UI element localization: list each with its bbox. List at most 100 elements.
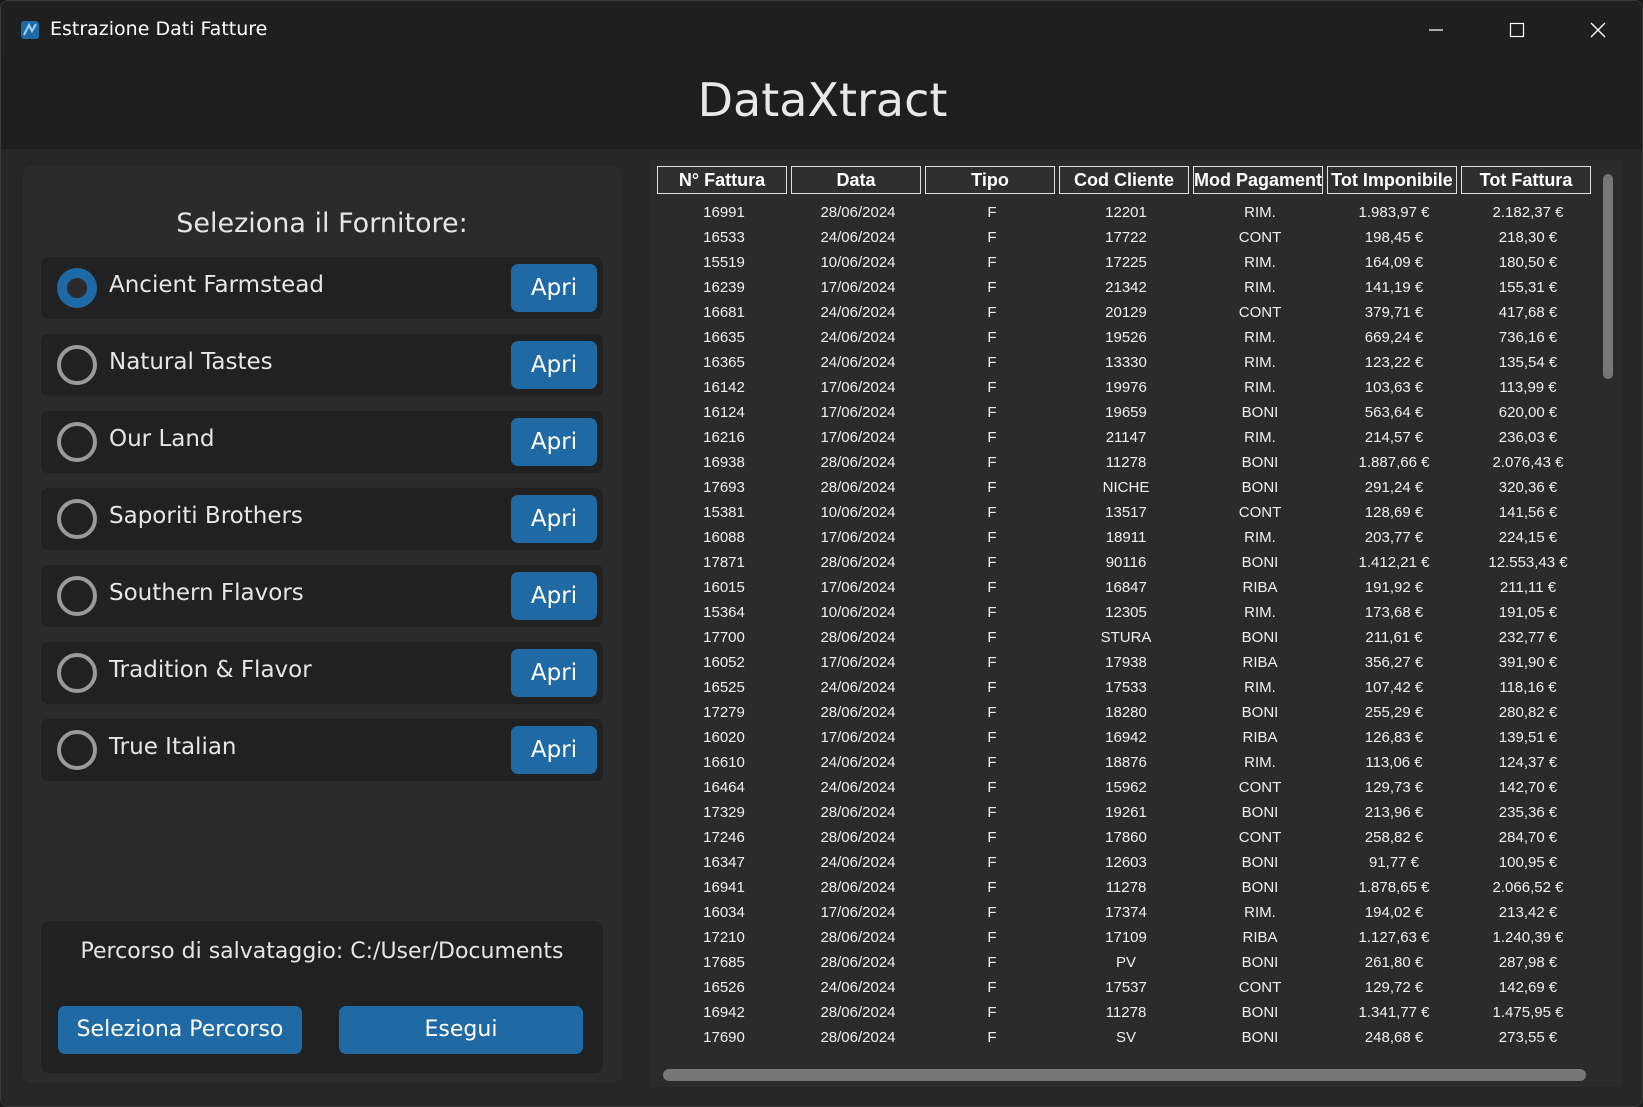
- supplier-label[interactable]: Our Land: [109, 426, 215, 452]
- table-cell: 16533: [703, 229, 745, 246]
- table-row[interactable]: 17693 28/06/2024 F NICHE BONI 291,24 € 320,36 …: [657, 475, 1591, 500]
- table-cell: 563,64 €: [1364, 404, 1424, 421]
- table-row[interactable]: 16142 17/06/2024 F 19976 RIM. 103,63 € 113,99 …: [657, 375, 1591, 400]
- supplier-label[interactable]: Tradition & Flavor: [109, 657, 312, 683]
- table-row[interactable]: 16942 28/06/2024 F 11278 BONI 1.341,77 € 1.475…: [657, 1000, 1591, 1025]
- table-body[interactable]: 16991 28/06/2024 F 12201 RIM. 1.983,97 € 2.182…: [657, 200, 1591, 1062]
- supplier-label[interactable]: Saporiti Brothers: [109, 503, 303, 529]
- open-button[interactable]: Apri: [511, 572, 597, 620]
- table-cell: 10/06/2024: [820, 604, 896, 621]
- table-cell: BONI: [1241, 804, 1279, 821]
- open-button[interactable]: Apri: [511, 341, 597, 389]
- supplier-row-ancient-farmstead[interactable]: Ancient Farmstead Apri: [41, 257, 603, 319]
- supplier-label[interactable]: Southern Flavors: [109, 580, 304, 606]
- horizontal-scrollbar-thumb[interactable]: [663, 1069, 1586, 1081]
- table-row[interactable]: 17700 28/06/2024 F STURA BONI 211,61 € 232,77 …: [657, 625, 1591, 650]
- table-row[interactable]: 16533 24/06/2024 F 17722 CONT 198,45 € 218,30 …: [657, 225, 1591, 250]
- table-cell: 1.341,77 €: [1358, 1004, 1430, 1021]
- table-row[interactable]: 16525 24/06/2024 F 17533 RIM. 107,42 € 118,16 …: [657, 675, 1591, 700]
- open-button[interactable]: Apri: [511, 726, 597, 774]
- table-cell: F: [987, 404, 997, 421]
- table-row[interactable]: 16635 24/06/2024 F 19526 RIM. 669,24 € 736,16 …: [657, 325, 1591, 350]
- table-cell: 164,09 €: [1364, 254, 1424, 271]
- table-cell: F: [987, 804, 997, 821]
- table-cell: CONT: [1238, 304, 1282, 321]
- minimize-button[interactable]: [1396, 1, 1476, 59]
- table-row[interactable]: 16464 24/06/2024 F 15962 CONT 129,73 € 142,70 …: [657, 775, 1591, 800]
- table-row[interactable]: 16938 28/06/2024 F 11278 BONI 1.887,66 € 2.076…: [657, 450, 1591, 475]
- table-cell: F: [987, 879, 997, 896]
- radio-button[interactable]: [57, 576, 97, 616]
- column-header[interactable]: Tot Fattura: [1461, 166, 1591, 194]
- table-row[interactable]: 16681 24/06/2024 F 20129 CONT 379,71 € 417,68 …: [657, 300, 1591, 325]
- table-cell: 417,68 €: [1498, 304, 1558, 321]
- radio-button[interactable]: [57, 345, 97, 385]
- table-row[interactable]: 17279 28/06/2024 F 18280 BONI 255,29 € 280,82 …: [657, 700, 1591, 725]
- supplier-row-natural-tastes[interactable]: Natural Tastes Apri: [41, 334, 603, 396]
- open-button[interactable]: Apri: [511, 495, 597, 543]
- open-button[interactable]: Apri: [511, 264, 597, 312]
- table-cell: 191,05 €: [1498, 604, 1558, 621]
- table-row[interactable]: 15519 10/06/2024 F 17225 RIM. 164,09 € 180,50 …: [657, 250, 1591, 275]
- table-row[interactable]: 16034 17/06/2024 F 17374 RIM. 194,02 € 213,42 …: [657, 900, 1591, 925]
- table-cell: 16941: [703, 879, 745, 896]
- table-cell: RIBA: [1242, 929, 1278, 946]
- table-cell: F: [987, 754, 997, 771]
- table-row[interactable]: 16365 24/06/2024 F 13330 RIM. 123,22 € 135,54 …: [657, 350, 1591, 375]
- supplier-row-saporiti-brothers[interactable]: Saporiti Brothers Apri: [41, 488, 603, 550]
- table-row[interactable]: 16088 17/06/2024 F 18911 RIM. 203,77 € 224,15 …: [657, 525, 1591, 550]
- maximize-button[interactable]: [1477, 1, 1557, 59]
- table-cell: 24/06/2024: [820, 779, 896, 796]
- column-header[interactable]: Data: [791, 166, 921, 194]
- supplier-row-true-italian[interactable]: True Italian Apri: [41, 719, 603, 781]
- column-header[interactable]: Tot Imponibile: [1327, 166, 1457, 194]
- table-cell: RIM.: [1244, 429, 1276, 446]
- table-row[interactable]: 17685 28/06/2024 F PV BONI 261,80 € 287,98 €: [657, 950, 1591, 975]
- run-button[interactable]: Esegui: [339, 1006, 583, 1054]
- select-path-button[interactable]: Seleziona Percorso: [58, 1006, 302, 1054]
- vertical-scrollbar-thumb[interactable]: [1603, 174, 1613, 379]
- table-row[interactable]: 16610 24/06/2024 F 18876 RIM. 113,06 € 124,37 …: [657, 750, 1591, 775]
- table-row[interactable]: 16526 24/06/2024 F 17537 CONT 129,72 € 142,69 …: [657, 975, 1591, 1000]
- radio-button[interactable]: [57, 730, 97, 770]
- table-cell: 1.983,97 €: [1358, 204, 1430, 221]
- supplier-row-southern-flavors[interactable]: Southern Flavors Apri: [41, 565, 603, 627]
- table-row[interactable]: 16015 17/06/2024 F 16847 RIBA 191,92 € 211,11 …: [657, 575, 1591, 600]
- table-cell: 113,99 €: [1499, 379, 1557, 396]
- radio-button[interactable]: [57, 653, 97, 693]
- table-row[interactable]: 16991 28/06/2024 F 12201 RIM. 1.983,97 € 2.182…: [657, 200, 1591, 225]
- table-row[interactable]: 17246 28/06/2024 F 17860 CONT 258,82 € 284,70 …: [657, 825, 1591, 850]
- column-header[interactable]: N° Fattura: [657, 166, 787, 194]
- table-row[interactable]: 15381 10/06/2024 F 13517 CONT 128,69 € 141,56 …: [657, 500, 1591, 525]
- supplier-row-our-land[interactable]: Our Land Apri: [41, 411, 603, 473]
- radio-button-selected[interactable]: [57, 268, 97, 308]
- column-header[interactable]: Mod Pagamento: [1193, 166, 1323, 194]
- table-row[interactable]: 16239 17/06/2024 F 21342 RIM. 141,19 € 155,31 …: [657, 275, 1591, 300]
- close-button[interactable]: [1558, 1, 1638, 59]
- table-row[interactable]: 16941 28/06/2024 F 11278 BONI 1.878,65 € 2.066…: [657, 875, 1591, 900]
- column-header[interactable]: Cod Cliente: [1059, 166, 1189, 194]
- table-row[interactable]: 17871 28/06/2024 F 90116 BONI 1.412,21 € 12.55…: [657, 550, 1591, 575]
- table-cell: 90116: [1105, 554, 1147, 571]
- column-header[interactable]: Tipo: [925, 166, 1055, 194]
- table-row[interactable]: 16347 24/06/2024 F 12603 BONI 91,77 € 100,95 €: [657, 850, 1591, 875]
- table-cell: 191,92 €: [1364, 579, 1424, 596]
- supplier-label[interactable]: Ancient Farmstead: [109, 272, 324, 298]
- open-button[interactable]: Apri: [511, 649, 597, 697]
- open-button[interactable]: Apri: [511, 418, 597, 466]
- table-row[interactable]: 17690 28/06/2024 F SV BONI 248,68 € 273,55 €: [657, 1025, 1591, 1050]
- table-cell: F: [987, 604, 997, 621]
- table-row[interactable]: 17329 28/06/2024 F 19261 BONI 213,96 € 235,36 …: [657, 800, 1591, 825]
- table-row[interactable]: 16052 17/06/2024 F 17938 RIBA 356,27 € 391,90 …: [657, 650, 1591, 675]
- table-row[interactable]: 17210 28/06/2024 F 17109 RIBA 1.127,63 € 1.240…: [657, 925, 1591, 950]
- table-row[interactable]: 16124 17/06/2024 F 19659 BONI 563,64 € 620,00 …: [657, 400, 1591, 425]
- table-cell: 17246: [703, 829, 745, 846]
- radio-button[interactable]: [57, 499, 97, 539]
- table-row[interactable]: 16020 17/06/2024 F 16942 RIBA 126,83 € 139,51 …: [657, 725, 1591, 750]
- table-row[interactable]: 15364 10/06/2024 F 12305 RIM. 173,68 € 191,05 …: [657, 600, 1591, 625]
- supplier-label[interactable]: True Italian: [109, 734, 237, 760]
- supplier-row-tradition-flavor[interactable]: Tradition & Flavor Apri: [41, 642, 603, 704]
- table-row[interactable]: 16216 17/06/2024 F 21147 RIM. 214,57 € 236,03 …: [657, 425, 1591, 450]
- supplier-label[interactable]: Natural Tastes: [109, 349, 273, 375]
- radio-button[interactable]: [57, 422, 97, 462]
